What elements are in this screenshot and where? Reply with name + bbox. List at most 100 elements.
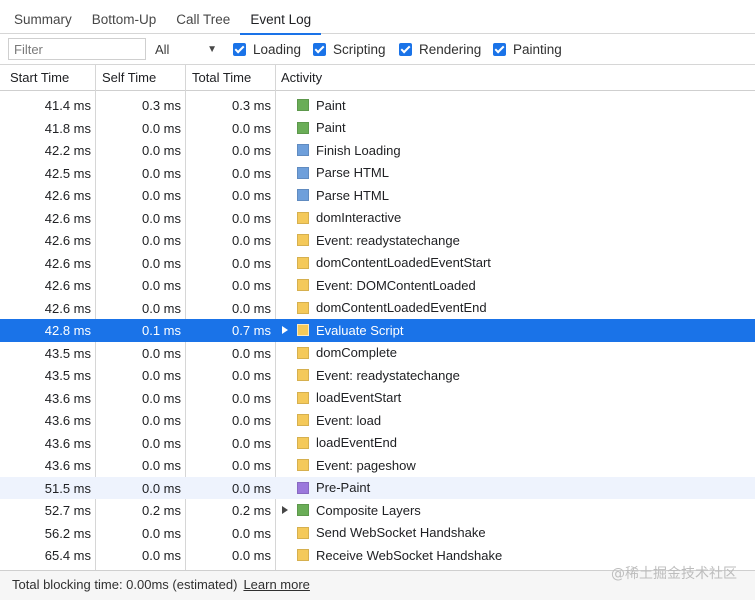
activity-cell: domInteractive: [297, 207, 401, 229]
table-row[interactable]: 42.8 ms 0.1 ms 0.7 ms Evaluate Script: [0, 319, 755, 342]
table-row[interactable]: 42.5 ms 0.0 ms 0.0 ms Parse HTML: [0, 162, 755, 185]
activity-label: Event: DOMContentLoaded: [316, 277, 476, 293]
start-time-cell: 42.2 ms: [44, 143, 91, 158]
start-time-cell: 42.6 ms: [44, 300, 91, 316]
table-row[interactable]: 42.6 ms 0.0 ms 0.0 ms Event: readystatechan…: [0, 229, 755, 252]
select-value: All: [155, 41, 170, 57]
column-header-activity[interactable]: Activity: [275, 65, 575, 90]
tab-summary[interactable]: Summary: [0, 0, 82, 34]
table-row[interactable]: 43.6 ms 0.0 ms 0.0 ms Event: pageshow: [0, 454, 755, 477]
activity-cell: Send WebSocket Handshake: [297, 522, 486, 544]
start-time-cell: 43.5 ms: [44, 368, 91, 383]
activity-label: Event: load: [316, 412, 382, 428]
scripting-checkbox[interactable]: Scripting: [313, 42, 386, 57]
checkbox-label: Rendering: [419, 42, 482, 57]
activity-label: Receive WebSocket Handshake: [316, 547, 503, 563]
tab-call-tree[interactable]: Call Tree: [166, 0, 240, 34]
table-row[interactable]: 43.6 ms 0.0 ms 0.0 ms loadEventStart: [0, 387, 755, 410]
start-time-cell: 43.5 ms: [44, 345, 91, 361]
activity-label: Send WebSocket Handshake: [316, 525, 486, 540]
table-row[interactable]: 43.6 ms 0.0 ms 0.0 ms loadEventEnd: [0, 432, 755, 455]
checkbox-label: Loading: [253, 42, 302, 57]
rendering-checkbox[interactable]: Rendering: [399, 42, 481, 57]
checkbox-checked-icon[interactable]: [313, 43, 326, 56]
activity-cell: Receive WebSocket Handshake: [297, 544, 502, 566]
activity-cell: domContentLoadedEventStart: [297, 252, 491, 274]
expand-triangle-icon[interactable]: [282, 506, 288, 514]
activity-cell: Paint: [297, 117, 346, 139]
table-row[interactable]: 56.2 ms 0.0 ms 0.0 ms Send WebSocket Handsh…: [0, 522, 755, 545]
table-row[interactable]: 42.6 ms 0.0 ms 0.0 ms Event: DOMContentLoad…: [0, 274, 755, 297]
self-time-cell: 0.0 ms: [141, 233, 181, 248]
column-header-total-time[interactable]: Total Time: [186, 65, 276, 90]
painting-checkbox[interactable]: Painting: [493, 42, 562, 57]
start-time-cell: 52.7 ms: [44, 503, 91, 518]
activity-label: Event: readystatechange: [316, 232, 460, 248]
table-row[interactable]: 43.5 ms 0.0 ms 0.0 ms domComplete: [0, 342, 755, 365]
category-color-swatch: [297, 549, 309, 561]
total-time-cell: 0.0 ms: [231, 210, 271, 226]
chevron-down-icon: ▼: [207, 43, 217, 55]
table-row[interactable]: 52.7 ms 0.2 ms 0.2 ms Composite Layers: [0, 499, 755, 522]
category-color-swatch: [297, 166, 309, 179]
tab-event-log[interactable]: Event Log: [240, 0, 321, 35]
activity-label: domContentLoadedEventStart: [316, 255, 491, 270]
table-row[interactable]: 42.2 ms 0.0 ms 0.0 ms Finish Loading: [0, 139, 755, 162]
watermark: @稀土掘金技术社区: [611, 566, 737, 582]
activity-label: Event: pageshow: [316, 457, 416, 473]
activity-cell: Evaluate Script: [297, 319, 403, 341]
start-time-cell: 43.6 ms: [44, 458, 91, 473]
activity-cell: Event: readystatechange: [297, 364, 460, 386]
checkbox-checked-icon[interactable]: [233, 43, 246, 56]
start-time-cell: 43.6 ms: [44, 435, 91, 451]
checkbox-label: Painting: [513, 42, 562, 57]
total-time-cell: 0.0 ms: [231, 278, 271, 293]
start-time-cell: 43.6 ms: [44, 390, 91, 406]
self-time-cell: 0.0 ms: [141, 390, 181, 406]
table-row[interactable]: 43.5 ms 0.0 ms 0.0 ms Event: readystatechan…: [0, 364, 755, 387]
activity-cell: Parse HTML: [297, 184, 389, 206]
category-color-swatch: [297, 144, 309, 156]
activity-cell: Event: pageshow: [297, 454, 416, 476]
category-color-swatch: [297, 459, 309, 471]
activity-cell: domContentLoadedEventEnd: [297, 297, 487, 319]
expand-triangle-icon[interactable]: [282, 326, 288, 334]
table-row[interactable]: 41.8 ms 0.0 ms 0.0 ms Paint: [0, 117, 755, 140]
total-time-cell: 0.0 ms: [231, 458, 271, 473]
loading-checkbox[interactable]: Loading: [233, 42, 301, 57]
category-color-swatch: [297, 99, 309, 111]
self-time-cell: 0.3 ms: [141, 98, 181, 113]
table-row[interactable]: 43.6 ms 0.0 ms 0.0 ms Event: load: [0, 409, 755, 432]
checkbox-checked-icon[interactable]: [399, 43, 412, 56]
total-time-cell: 0.0 ms: [231, 435, 271, 451]
self-time-cell: 0.0 ms: [141, 525, 181, 541]
category-color-swatch: [297, 234, 309, 246]
self-time-cell: 0.0 ms: [141, 413, 181, 428]
start-time-cell: 42.6 ms: [44, 210, 91, 226]
filter-input[interactable]: [8, 38, 146, 60]
column-header-start-time[interactable]: Start Time: [4, 65, 96, 90]
table-row[interactable]: 42.6 ms 0.0 ms 0.0 ms domContentLoadedEvent…: [0, 297, 755, 320]
table-row[interactable]: 41.4 ms 0.3 ms 0.3 ms Paint: [0, 94, 755, 117]
column-header-self-time[interactable]: Self Time: [96, 65, 187, 90]
table-row[interactable]: 42.6 ms 0.0 ms 0.0 ms Parse HTML: [0, 184, 755, 207]
activity-cell: Parse HTML: [297, 162, 389, 184]
total-time-cell: 0.0 ms: [231, 143, 271, 158]
total-time-cell: 0.0 ms: [231, 188, 271, 203]
activity-label: Pre-Paint: [316, 480, 371, 495]
start-time-cell: 41.4 ms: [44, 98, 91, 113]
table-row[interactable]: 42.6 ms 0.0 ms 0.0 ms domInteractive: [0, 207, 755, 230]
activity-label: Event: readystatechange: [316, 367, 460, 383]
start-time-cell: 42.6 ms: [44, 255, 91, 271]
checkbox-checked-icon[interactable]: [493, 43, 506, 56]
activity-label: Finish Loading: [316, 142, 401, 158]
total-time-cell: 0.0 ms: [231, 120, 271, 136]
category-color-swatch: [297, 301, 309, 314]
self-time-cell: 0.0 ms: [141, 368, 181, 383]
self-time-cell: 0.0 ms: [141, 300, 181, 316]
table-row[interactable]: 42.6 ms 0.0 ms 0.0 ms domContentLoadedEvent…: [0, 252, 755, 275]
learn-more-link[interactable]: Learn more: [243, 577, 309, 592]
tab-bottom-up[interactable]: Bottom-Up: [82, 0, 167, 34]
duration-filter-select[interactable]: All ▼: [155, 38, 221, 60]
table-row[interactable]: 51.5 ms 0.0 ms 0.0 ms Pre-Paint: [0, 476, 755, 499]
